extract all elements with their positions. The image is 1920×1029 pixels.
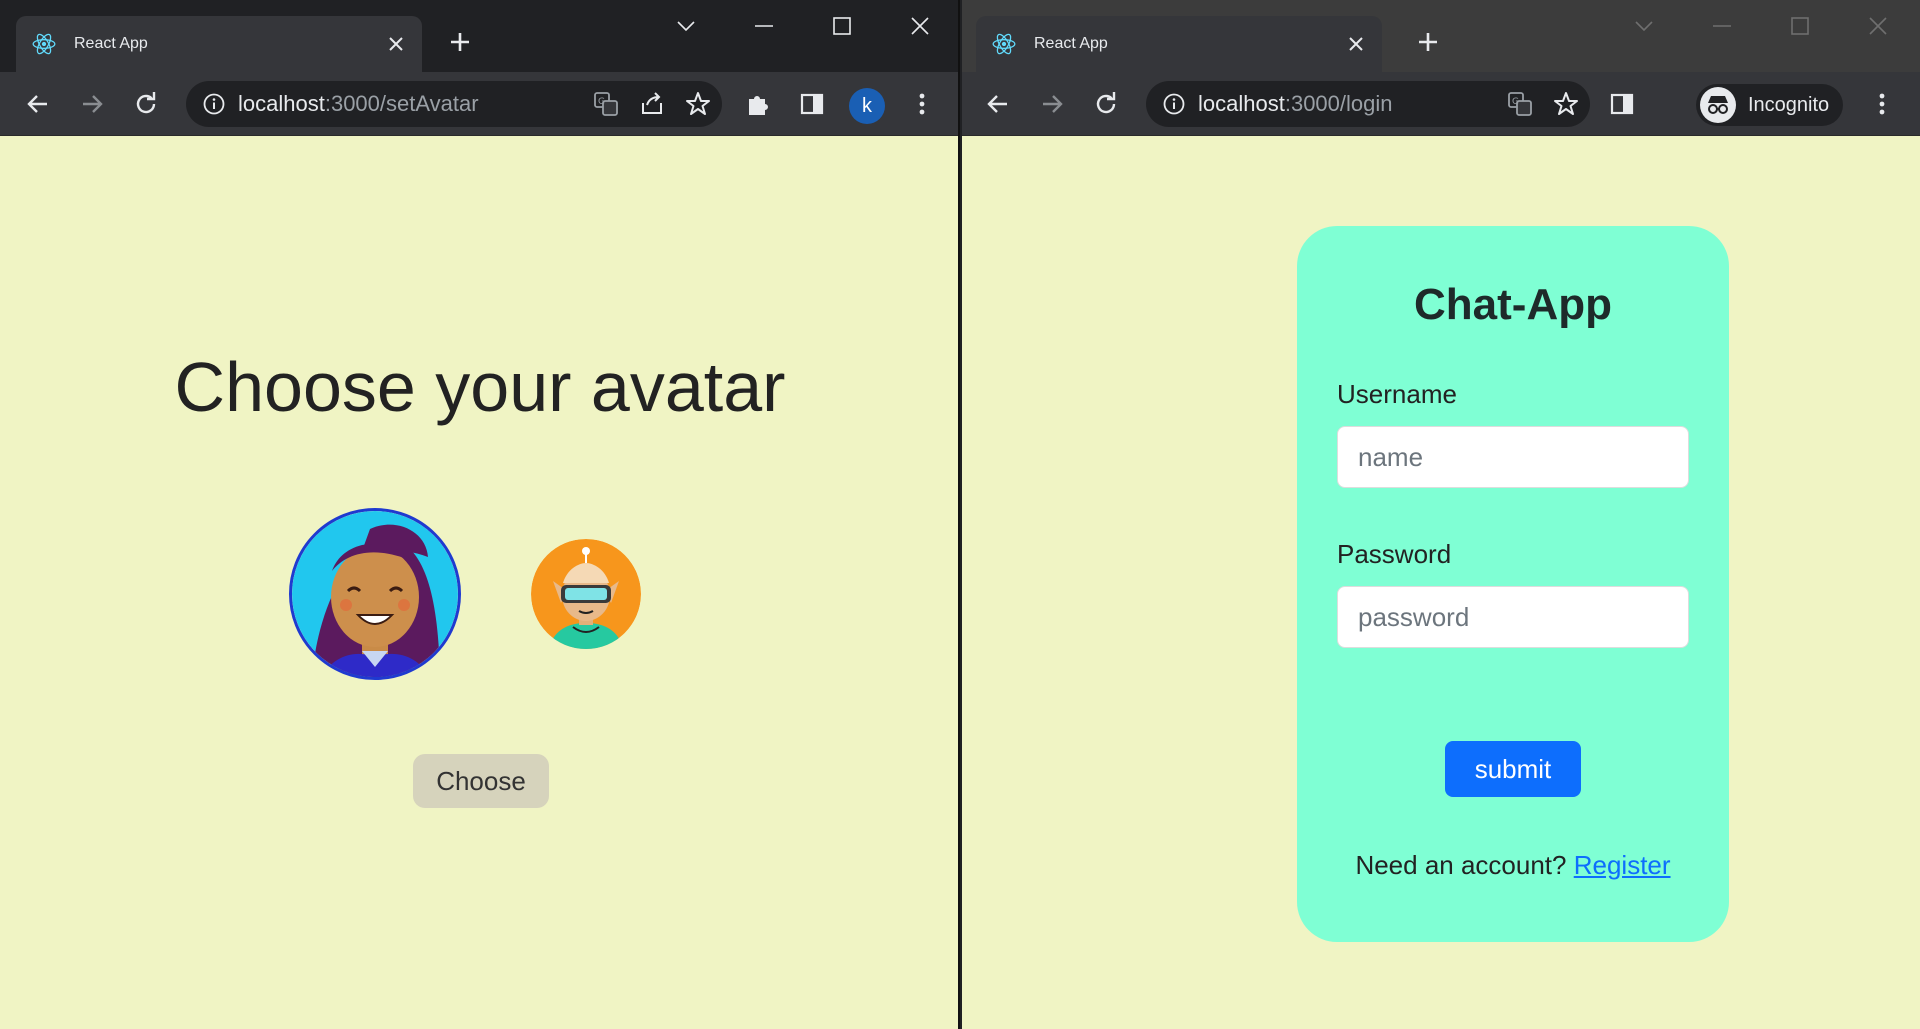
incognito-profile-button[interactable]: Incognito bbox=[1696, 84, 1844, 126]
more-menu-icon[interactable] bbox=[904, 86, 940, 122]
incognito-label: Incognito bbox=[1748, 93, 1830, 116]
bookmark-star-icon[interactable] bbox=[1548, 86, 1584, 122]
back-arrow-icon[interactable] bbox=[980, 86, 1016, 122]
browser-window-right: React App localhost:3000/login G Incogni… bbox=[962, 0, 1920, 1029]
react-logo-icon bbox=[30, 30, 58, 58]
side-panel-icon[interactable] bbox=[1604, 86, 1640, 122]
tab-search-chevron-icon[interactable] bbox=[666, 10, 706, 42]
tab-strip: React App bbox=[0, 0, 958, 72]
reload-icon[interactable] bbox=[128, 86, 164, 122]
maximize-icon[interactable] bbox=[822, 10, 862, 42]
forward-arrow-icon[interactable] bbox=[1034, 86, 1070, 122]
tab-title: React App bbox=[74, 35, 148, 52]
tab-title: React App bbox=[1034, 35, 1108, 52]
svg-text:G: G bbox=[598, 97, 605, 107]
avatar-woman[interactable] bbox=[289, 508, 461, 680]
close-tab-icon[interactable] bbox=[1344, 32, 1368, 56]
toolbar: localhost:3000/setAvatar G k bbox=[0, 72, 958, 136]
app-title: Chat-App bbox=[1414, 280, 1612, 329]
url-path: :3000/login bbox=[1284, 91, 1393, 116]
register-link[interactable]: Register bbox=[1574, 850, 1671, 880]
url-host: localhost bbox=[1198, 91, 1285, 116]
password-input[interactable] bbox=[1337, 586, 1689, 648]
close-window-icon[interactable] bbox=[1858, 10, 1898, 42]
submit-button[interactable]: submit bbox=[1445, 741, 1581, 797]
address-bar[interactable]: localhost:3000/setAvatar G bbox=[186, 81, 722, 127]
minimize-icon[interactable] bbox=[1702, 10, 1742, 42]
react-logo-icon bbox=[990, 30, 1018, 58]
page-title: Choose your avatar bbox=[174, 348, 786, 426]
address-bar[interactable]: localhost:3000/login G bbox=[1146, 81, 1590, 127]
account-prompt-line: Need an account? Register bbox=[1297, 850, 1729, 881]
url-text: localhost:3000/login bbox=[1198, 91, 1502, 117]
tab-react-app[interactable]: React App bbox=[16, 16, 422, 72]
toolbar: localhost:3000/login G Incognito bbox=[962, 72, 1920, 136]
account-prompt: Need an account? bbox=[1355, 850, 1567, 880]
forward-arrow-icon[interactable] bbox=[74, 86, 110, 122]
browser-window-left: React App localhost:3000/setAvatar G k C… bbox=[0, 0, 960, 1029]
maximize-icon[interactable] bbox=[1780, 10, 1820, 42]
tab-react-app[interactable]: React App bbox=[976, 16, 1382, 72]
tab-strip: React App bbox=[962, 0, 1920, 72]
login-card: Chat-App Username Password submit Need a… bbox=[1297, 226, 1729, 942]
new-tab-icon[interactable] bbox=[446, 28, 474, 56]
site-info-icon[interactable] bbox=[202, 92, 226, 116]
url-path: :3000/setAvatar bbox=[324, 91, 479, 116]
back-arrow-icon[interactable] bbox=[20, 86, 56, 122]
bookmark-star-icon[interactable] bbox=[680, 86, 716, 122]
username-input[interactable] bbox=[1337, 426, 1689, 488]
share-icon[interactable] bbox=[634, 86, 670, 122]
page-content: Choose your avatar Choose bbox=[0, 137, 958, 1029]
translate-icon[interactable]: G bbox=[588, 86, 624, 122]
tab-search-chevron-icon[interactable] bbox=[1624, 10, 1664, 42]
minimize-icon[interactable] bbox=[744, 10, 784, 42]
url-host: localhost bbox=[238, 91, 325, 116]
password-label: Password bbox=[1337, 539, 1452, 569]
close-window-icon[interactable] bbox=[900, 10, 940, 42]
extensions-puzzle-icon[interactable] bbox=[740, 86, 776, 122]
translate-icon[interactable]: G bbox=[1502, 86, 1538, 122]
username-label: Username bbox=[1337, 379, 1457, 409]
choose-button[interactable]: Choose bbox=[413, 754, 549, 808]
page-content: Chat-App Username Password submit Need a… bbox=[962, 137, 1920, 1029]
svg-text:G: G bbox=[1512, 97, 1519, 107]
close-tab-icon[interactable] bbox=[384, 32, 408, 56]
new-tab-icon[interactable] bbox=[1414, 28, 1442, 56]
url-text: localhost:3000/setAvatar bbox=[238, 91, 588, 117]
more-menu-icon[interactable] bbox=[1864, 86, 1900, 122]
site-info-icon[interactable] bbox=[1162, 92, 1186, 116]
reload-icon[interactable] bbox=[1088, 86, 1124, 122]
incognito-icon bbox=[1700, 87, 1736, 123]
side-panel-icon[interactable] bbox=[794, 86, 830, 122]
avatar-vr-headset[interactable] bbox=[531, 539, 641, 649]
profile-avatar[interactable]: k bbox=[849, 88, 885, 124]
